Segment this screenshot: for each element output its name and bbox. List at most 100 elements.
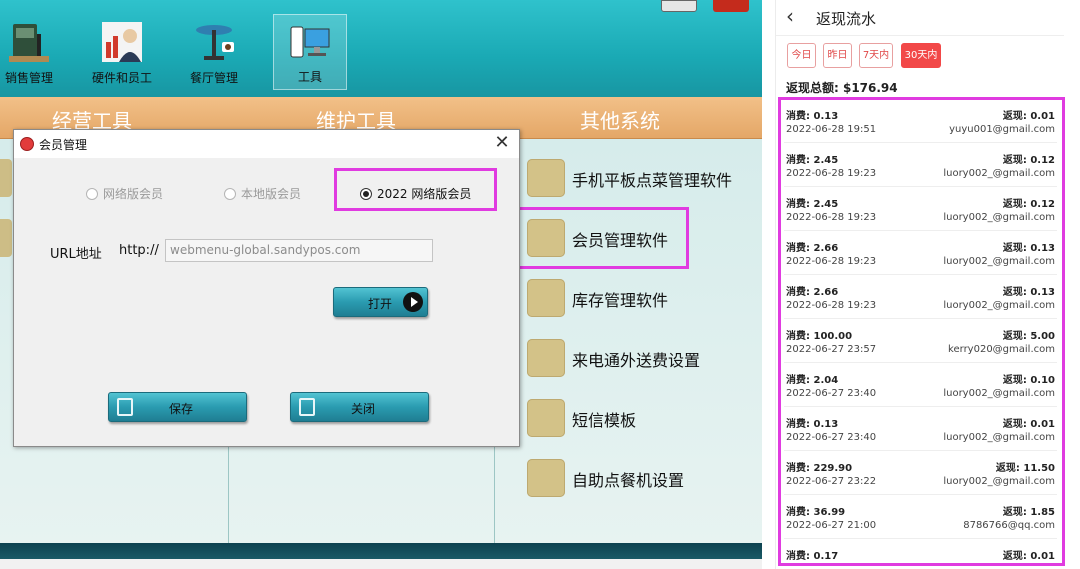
filter-30-days[interactable]: 30天内 bbox=[901, 43, 941, 68]
cashback-amount: 返现: 0.12 bbox=[1002, 155, 1055, 166]
url-input[interactable]: webmenu-global.sandypos.com bbox=[165, 239, 433, 262]
spend-amount: 消费: 229.90 bbox=[786, 463, 853, 474]
nav-label: 餐厅管理 bbox=[189, 71, 238, 85]
list-item[interactable]: 消费: 0.13 2022-06-27 23:40 返现: 0.01 luory… bbox=[784, 407, 1057, 451]
cashback-amount: 返现: 0.01 bbox=[1002, 419, 1055, 430]
dialog-title: 会员管理 bbox=[39, 138, 88, 152]
radio-web-member[interactable]: 网络版会员 bbox=[86, 185, 163, 202]
system-item-mobile-ordering[interactable]: 手机平板点菜管理软件 bbox=[527, 159, 757, 197]
system-item-kiosk-settings[interactable]: 自助点餐机设置 bbox=[527, 459, 757, 497]
close-button[interactable]: 关闭 bbox=[290, 392, 429, 422]
system-item-member-management[interactable]: 会员管理软件 bbox=[527, 219, 757, 257]
system-item-label: 来电通外送费设置 bbox=[572, 351, 701, 370]
url-label: URL地址 bbox=[50, 247, 102, 262]
customer-email: luory002_@gmail.com bbox=[943, 388, 1055, 399]
cashback-amount: 返现: 0.01 bbox=[1002, 111, 1055, 122]
system-item-sms-template[interactable]: 短信模板 bbox=[527, 399, 757, 437]
customer-email: luory002_@gmail.com bbox=[943, 300, 1055, 311]
record-time: 2022-06-27 23:40 bbox=[786, 388, 877, 399]
cashback-amount: 返现: 1.85 bbox=[1002, 507, 1055, 518]
nav-hardware-staff[interactable]: 硬件和员工 bbox=[85, 14, 159, 90]
nav-tools[interactable]: 工具 bbox=[273, 14, 347, 90]
list-item[interactable]: 消费: 0.13 2022-06-28 19:51 返现: 0.01 yuyu0… bbox=[784, 99, 1057, 143]
minimize-button[interactable] bbox=[661, 0, 697, 12]
close-icon[interactable]: ✕ bbox=[491, 133, 513, 155]
cashback-panel: ‹ 返现流水 今日 昨日 7天内 30天内 返现总额: $176.94 消费: … bbox=[775, 0, 1065, 569]
cashback-amount: 返现: 11.50 bbox=[995, 463, 1055, 474]
system-item-inventory[interactable]: 库存管理软件 bbox=[527, 279, 757, 317]
system-item-caller-delivery-fee[interactable]: 来电通外送费设置 bbox=[527, 339, 757, 377]
radio-2022-web-member[interactable]: 2022 网络版会员 bbox=[360, 185, 471, 202]
radio-label: 网络版会员 bbox=[103, 187, 164, 201]
system-item-icon bbox=[527, 279, 565, 317]
nav-sales-management[interactable]: 销售管理 bbox=[0, 14, 66, 90]
app-logo-icon bbox=[20, 137, 34, 151]
open-button-label: 打开 bbox=[368, 297, 393, 311]
screen: 销售管理 硬件和员工 餐厅管理 工具 经营工具 维护工具 其他系统 手机平板点菜… bbox=[0, 0, 1080, 569]
tool-item-partial[interactable] bbox=[0, 159, 12, 197]
panel-title: 返现流水 bbox=[816, 10, 877, 28]
filter-today[interactable]: 今日 bbox=[787, 43, 816, 68]
nav-label: 工具 bbox=[297, 70, 322, 84]
list-item[interactable]: 消费: 0.17 返现: 0.01 bbox=[784, 539, 1057, 566]
filter-7-days[interactable]: 7天内 bbox=[859, 43, 893, 68]
cashback-amount: 返现: 0.10 bbox=[1002, 375, 1055, 386]
filter-yesterday[interactable]: 昨日 bbox=[823, 43, 852, 68]
cashback-amount: 返现: 0.01 bbox=[1002, 551, 1055, 562]
system-item-label: 会员管理软件 bbox=[572, 231, 669, 250]
record-time: 2022-06-27 23:22 bbox=[786, 476, 877, 487]
spend-amount: 消费: 2.45 bbox=[786, 155, 839, 166]
record-time: 2022-06-28 19:51 bbox=[786, 124, 877, 135]
system-item-label: 短信模板 bbox=[572, 411, 637, 430]
list-item[interactable]: 消费: 229.90 2022-06-27 23:22 返现: 11.50 lu… bbox=[784, 451, 1057, 495]
record-time: 2022-06-28 19:23 bbox=[786, 300, 877, 311]
customer-email: 8786766@qq.com bbox=[963, 520, 1055, 531]
sales-management-icon bbox=[9, 24, 49, 62]
spend-amount: 消费: 36.99 bbox=[786, 507, 846, 518]
spend-amount: 消费: 0.17 bbox=[786, 551, 839, 562]
list-item[interactable]: 消费: 2.45 2022-06-28 19:23 返现: 0.12 luory… bbox=[784, 143, 1057, 187]
customer-email: luory002_@gmail.com bbox=[943, 476, 1055, 487]
customer-email: luory002_@gmail.com bbox=[943, 212, 1055, 223]
tools-icon bbox=[290, 26, 330, 58]
list-item[interactable]: 消费: 2.45 2022-06-28 19:23 返现: 0.12 luory… bbox=[784, 187, 1057, 231]
list-item[interactable]: 消费: 100.00 2022-06-27 23:57 返现: 5.00 ker… bbox=[784, 319, 1057, 363]
bottom-strip bbox=[0, 559, 762, 569]
list-item[interactable]: 消费: 2.66 2022-06-28 19:23 返现: 0.13 luory… bbox=[784, 275, 1057, 319]
dialog-title-bar: 会员管理 ✕ bbox=[14, 130, 519, 158]
window-close-button[interactable] bbox=[713, 0, 749, 12]
radio-checked-icon bbox=[360, 188, 372, 200]
radio-local-member[interactable]: 本地版会员 bbox=[224, 185, 301, 202]
category-other-systems[interactable]: 其他系统 bbox=[580, 105, 660, 134]
list-item[interactable]: 消费: 2.66 2022-06-28 19:23 返现: 0.13 luory… bbox=[784, 231, 1057, 275]
tool-item-partial[interactable] bbox=[0, 219, 12, 257]
system-item-label: 库存管理软件 bbox=[572, 291, 669, 310]
system-item-label: 自助点餐机设置 bbox=[572, 471, 685, 490]
save-button-label: 保存 bbox=[169, 402, 194, 416]
panel-header: ‹ 返现流水 bbox=[776, 0, 1064, 36]
hardware-staff-icon bbox=[102, 22, 142, 62]
radio-label: 2022 网络版会员 bbox=[377, 187, 472, 201]
spend-amount: 消费: 0.13 bbox=[786, 419, 839, 430]
record-time: 2022-06-27 21:00 bbox=[786, 520, 877, 531]
spend-amount: 消费: 2.45 bbox=[786, 199, 839, 210]
open-button[interactable]: 打开 bbox=[333, 287, 428, 317]
radio-circle-icon bbox=[86, 188, 98, 200]
cashback-amount: 返现: 0.13 bbox=[1002, 243, 1055, 254]
list-item[interactable]: 消费: 36.99 2022-06-27 21:00 返现: 1.85 8786… bbox=[784, 495, 1057, 539]
nav-restaurant-management[interactable]: 餐厅管理 bbox=[177, 14, 251, 90]
spend-amount: 消费: 100.00 bbox=[786, 331, 853, 342]
cashback-amount: 返现: 5.00 bbox=[1002, 331, 1055, 342]
cashback-amount: 返现: 0.13 bbox=[1002, 287, 1055, 298]
radio-label: 本地版会员 bbox=[241, 187, 302, 201]
list-item[interactable]: 消费: 2.04 2022-06-27 23:40 返现: 0.10 luory… bbox=[784, 363, 1057, 407]
back-arrow-icon[interactable]: ‹ bbox=[786, 6, 794, 26]
close-button-label: 关闭 bbox=[351, 402, 376, 416]
customer-email: luory002_@gmail.com bbox=[943, 432, 1055, 443]
customer-email: yuyu001@gmail.com bbox=[949, 124, 1055, 135]
record-time: 2022-06-27 23:57 bbox=[786, 344, 877, 355]
top-nav-bar: 销售管理 硬件和员工 餐厅管理 工具 bbox=[0, 0, 762, 97]
nav-label: 销售管理 bbox=[4, 71, 53, 85]
save-button[interactable]: 保存 bbox=[108, 392, 247, 422]
system-item-label: 手机平板点菜管理软件 bbox=[572, 171, 733, 190]
